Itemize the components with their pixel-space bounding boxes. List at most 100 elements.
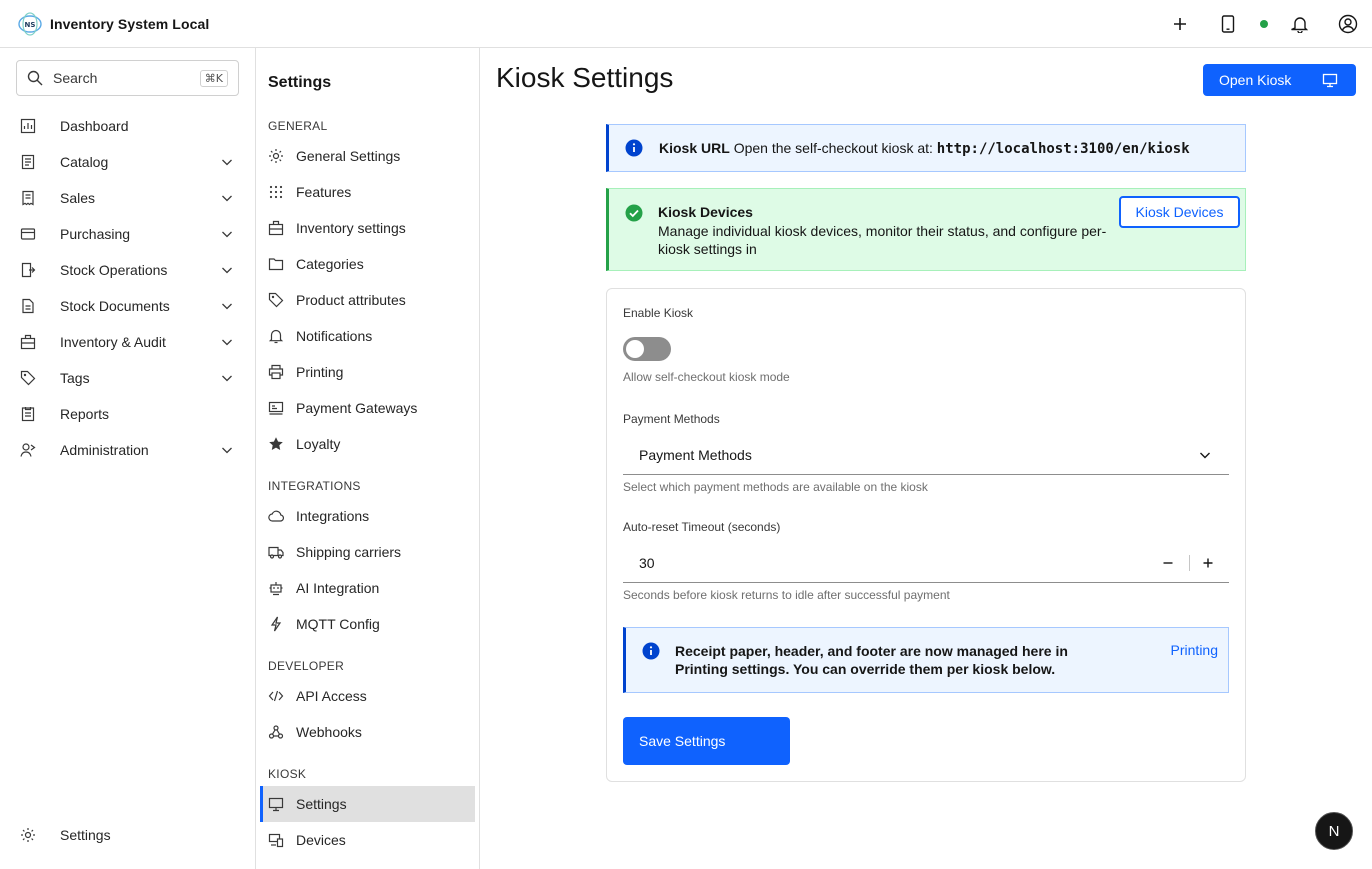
brand[interactable]: NS Inventory System Local [0, 11, 210, 36]
sidebar-item-purchasing[interactable]: Purchasing [0, 216, 256, 252]
section-header-general: GENERAL [268, 119, 328, 133]
settings-item-webhooks[interactable]: Webhooks [260, 714, 475, 750]
dashboard-icon [20, 118, 36, 134]
sidebar-item-label: Stock Documents [60, 298, 170, 314]
save-settings-button[interactable]: Save Settings [623, 717, 790, 765]
sidebar-item-label: Administration [60, 442, 149, 458]
kiosk-url-text: Kiosk URL Open the self-checkout kiosk a… [659, 140, 1190, 157]
code-icon [268, 690, 284, 702]
auto-reset-label: Auto-reset Timeout (seconds) [623, 520, 781, 534]
kiosk-devices-title: Kiosk Devices [658, 204, 753, 220]
section-header-developer: DEVELOPER [268, 659, 345, 673]
settings-item-label: Settings [296, 796, 347, 812]
settings-item-label: Shipping carriers [296, 544, 402, 560]
settings-item-integrations[interactable]: Integrations [260, 498, 475, 534]
kiosk-url-description: Open the self-checkout kiosk at: [733, 139, 933, 156]
settings-item-payment-gateways[interactable]: Payment Gateways [260, 390, 475, 426]
auto-reset-value[interactable]: 30 [639, 555, 655, 571]
payment-methods-helper: Select which payment methods are availab… [623, 480, 928, 494]
settings-item-features[interactable]: Features [260, 174, 475, 210]
sidebar-item-label: Reports [60, 406, 110, 422]
payment-methods-label: Payment Methods [623, 412, 720, 426]
kiosk-devices-button[interactable]: Kiosk Devices [1119, 196, 1240, 228]
plus-icon [1174, 18, 1186, 30]
printing-link[interactable]: Printing [1171, 642, 1218, 658]
sidebar-item-sales[interactable]: Sales [0, 180, 256, 216]
settings-item-kiosk-settings[interactable]: Settings [260, 786, 475, 822]
auto-reset-input[interactable]: 30 [623, 543, 1229, 583]
settings-item-kiosk-devices[interactable]: Devices [260, 822, 475, 858]
decrement-button[interactable] [1152, 547, 1184, 579]
sidebar-item-administration[interactable]: Administration [0, 432, 256, 468]
settings-item-printing[interactable]: Printing [260, 354, 475, 390]
check-circle-icon [625, 204, 643, 222]
kiosk-url-value[interactable]: http://localhost:3100/en/kiosk [937, 141, 1190, 157]
chevron-down-icon [222, 195, 232, 202]
receipt-info-notification: Receipt paper, header, and footer are no… [623, 627, 1229, 693]
app-name: Inventory System Local [50, 15, 210, 32]
payment-methods-select[interactable]: Payment Methods [623, 435, 1229, 475]
search-box[interactable]: Search ⌘K [16, 60, 239, 96]
sidebar-item-label: Dashboard [60, 118, 129, 134]
settings-item-inventory-settings[interactable]: Inventory settings [260, 210, 475, 246]
user-menu-button[interactable] [1324, 0, 1372, 48]
chevron-down-icon [1200, 452, 1210, 459]
tablet-button[interactable] [1204, 0, 1252, 48]
sidebar-item-tags[interactable]: Tags [0, 360, 256, 396]
notifications-button[interactable] [1276, 0, 1324, 48]
settings-item-product-attributes[interactable]: Product attributes [260, 282, 475, 318]
star-icon [269, 437, 283, 450]
sidebar-item-catalog[interactable]: Catalog [0, 144, 256, 180]
gear-icon [21, 828, 35, 842]
settings-item-loyalty[interactable]: Loyalty [260, 426, 475, 462]
robot-icon [269, 582, 283, 596]
payment-methods-value: Payment Methods [639, 446, 752, 463]
settings-item-general-settings[interactable]: General Settings [260, 138, 475, 174]
settings-item-categories[interactable]: Categories [260, 246, 475, 282]
chevron-down-icon [222, 303, 232, 310]
user-avatar-icon [1338, 14, 1358, 34]
settings-item-notifications[interactable]: Notifications [260, 318, 475, 354]
sidebar-item-reports[interactable]: Reports [0, 396, 256, 432]
sidebar-item-stock-operations[interactable]: Stock Operations [0, 252, 256, 288]
settings-item-label: Inventory settings [296, 220, 406, 236]
gear-icon [269, 149, 283, 163]
devices-icon [268, 833, 284, 848]
open-kiosk-button[interactable]: Open Kiosk [1203, 64, 1356, 96]
settings-item-ai-integration[interactable]: AI Integration [260, 570, 475, 606]
sidebar-item-label: Settings [60, 827, 111, 843]
search-placeholder: Search [53, 70, 98, 86]
plus-icon [1203, 558, 1213, 568]
sidebar-item-dashboard[interactable]: Dashboard [0, 108, 256, 144]
monitor-icon [1322, 73, 1338, 88]
settings-item-label: Loyalty [296, 436, 341, 452]
next-dev-indicator-button[interactable]: N [1315, 812, 1353, 850]
section-header-integrations: INTEGRATIONS [268, 479, 361, 493]
folder-icon [268, 258, 284, 271]
tablet-icon [1221, 15, 1235, 33]
sidebar-item-settings[interactable]: Settings [0, 817, 256, 853]
increment-button[interactable] [1192, 547, 1224, 579]
settings-item-shipping-carriers[interactable]: Shipping carriers [260, 534, 475, 570]
page-title: Kiosk Settings [496, 62, 674, 93]
enable-kiosk-toggle[interactable] [623, 337, 671, 361]
grid-icon [269, 185, 283, 199]
receipt-info-text: Receipt paper, header, and footer are no… [675, 643, 1068, 677]
sidebar-item-stock-documents[interactable]: Stock Documents [0, 288, 256, 324]
document-icon [22, 298, 34, 314]
search-icon [27, 70, 43, 86]
settings-item-mqtt-config[interactable]: MQTT Config [260, 606, 475, 642]
truck-icon [268, 546, 284, 559]
sidebar-item-label: Purchasing [60, 226, 131, 242]
settings-item-label: Printing [296, 364, 344, 380]
lightning-icon [270, 616, 282, 632]
settings-item-api-access[interactable]: API Access [260, 678, 475, 714]
settings-item-label: AI Integration [296, 580, 380, 596]
info-icon [642, 642, 660, 660]
sidebar-item-inventory-audit[interactable]: Inventory & Audit [0, 324, 256, 360]
section-header-kiosk: KIOSK [268, 767, 307, 781]
add-button[interactable] [1156, 0, 1204, 48]
toggle-knob [626, 340, 644, 358]
stock-ops-icon [21, 262, 36, 278]
settings-item-label: API Access [296, 688, 367, 704]
